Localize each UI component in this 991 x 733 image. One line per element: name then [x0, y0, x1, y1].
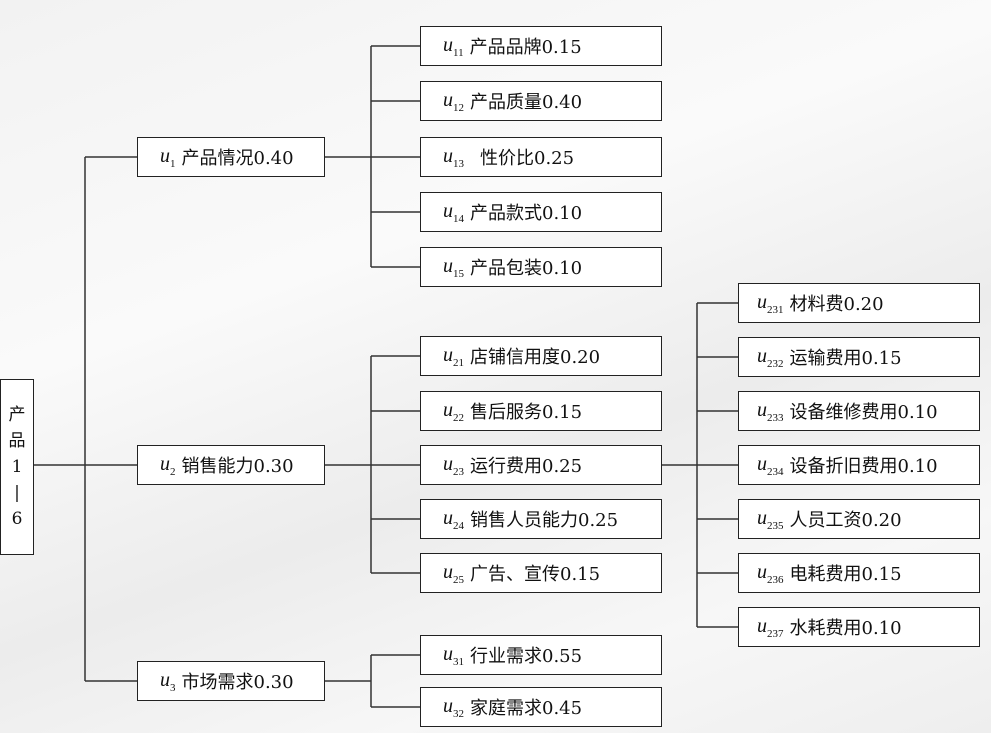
node-symbol: u [160, 668, 170, 691]
node-subscript: 14 [453, 212, 464, 225]
node-u31: u31 行业需求0.55 [420, 635, 662, 675]
node-subscript: 15 [453, 267, 464, 280]
node-subscript: 11 [453, 46, 464, 59]
node-u236: u236 电耗费用0.15 [738, 553, 980, 593]
node-u3: u3 市场需求0.30 [137, 661, 325, 701]
node-subscript: 232 [767, 357, 784, 370]
node-u22: u22 售后服务0.15 [420, 391, 662, 431]
node-symbol: u [443, 88, 453, 111]
node-u237: u237 水耗费用0.10 [738, 607, 980, 647]
node-u12: u12 产品质量0.40 [420, 81, 662, 121]
node-symbol: u [443, 199, 453, 222]
node-subscript: 25 [453, 573, 464, 586]
node-label: 材料费0.20 [789, 294, 884, 315]
node-subscript: 12 [453, 101, 464, 114]
node-label: 销售人员能力0.25 [470, 510, 619, 531]
node-u1: u1 产品情况0.40 [137, 137, 325, 177]
node-subscript: 1 [170, 157, 176, 170]
node-symbol: u [757, 398, 767, 421]
node-label: 设备维修费用0.10 [789, 402, 938, 423]
node-u23: u23 运行费用0.25 [420, 445, 662, 485]
node-u234: u234 设备折旧费用0.10 [738, 445, 980, 485]
node-symbol: u [160, 144, 170, 167]
node-subscript: 24 [453, 519, 464, 532]
node-symbol: u [160, 452, 170, 475]
node-symbol: u [757, 614, 767, 637]
node-subscript: 237 [767, 627, 784, 640]
node-label: 产品包装0.10 [470, 258, 583, 279]
node-symbol: u [443, 343, 453, 366]
node-u11: u11 产品品牌0.15 [420, 26, 662, 66]
root-char: 品 [8, 431, 26, 451]
node-u21: u21 店铺信用度0.20 [420, 336, 662, 376]
node-symbol: u [443, 694, 453, 717]
node-label: 店铺信用度0.20 [470, 347, 601, 368]
node-label: 电耗费用0.15 [789, 564, 902, 585]
root-char: 6 [11, 509, 23, 529]
root-char: 产 [8, 405, 26, 425]
node-subscript: 3 [170, 681, 176, 694]
node-u232: u232 运输费用0.15 [738, 337, 980, 377]
node-label: 性价比0.25 [480, 148, 575, 169]
root-node: 产 品 1 | 6 [0, 379, 34, 555]
node-symbol: u [443, 560, 453, 583]
node-symbol: u [757, 344, 767, 367]
node-label: 产品情况0.40 [181, 148, 294, 169]
node-label: 市场需求0.30 [181, 672, 294, 693]
node-label: 产品款式0.10 [470, 203, 583, 224]
node-subscript: 21 [453, 356, 464, 369]
root-char: | [14, 483, 20, 503]
node-symbol: u [443, 642, 453, 665]
node-symbol: u [443, 144, 453, 167]
node-symbol: u [757, 452, 767, 475]
node-label: 产品品牌0.15 [469, 37, 582, 58]
node-u231: u231 材料费0.20 [738, 283, 980, 323]
node-symbol: u [443, 398, 453, 421]
node-symbol: u [757, 290, 767, 313]
node-symbol: u [757, 560, 767, 583]
node-subscript: 31 [453, 655, 464, 668]
node-u2: u2 销售能力0.30 [137, 445, 325, 485]
node-subscript: 32 [453, 707, 464, 720]
node-subscript: 13 [453, 157, 464, 170]
node-u233: u233 设备维修费用0.10 [738, 391, 980, 431]
node-subscript: 23 [453, 465, 464, 478]
node-symbol: u [443, 452, 453, 475]
node-label: 行业需求0.55 [470, 646, 583, 667]
node-symbol: u [443, 254, 453, 277]
node-label: 运输费用0.15 [789, 348, 902, 369]
node-symbol: u [443, 506, 453, 529]
node-label: 广告、宣传0.15 [470, 564, 601, 585]
node-label: 设备折旧费用0.10 [789, 456, 938, 477]
node-label: 售后服务0.15 [470, 402, 583, 423]
node-label: 产品质量0.40 [470, 92, 583, 113]
node-u15: u15 产品包装0.10 [420, 247, 662, 287]
node-u32: u32 家庭需求0.45 [420, 687, 662, 727]
node-label: 运行费用0.25 [470, 456, 583, 477]
root-char: 1 [11, 457, 23, 477]
node-u235: u235 人员工资0.20 [738, 499, 980, 539]
node-label: 人员工资0.20 [789, 510, 902, 531]
node-subscript: 22 [453, 411, 464, 424]
node-subscript: 233 [767, 411, 784, 424]
node-subscript: 234 [767, 465, 784, 478]
node-symbol: u [443, 33, 453, 56]
node-subscript: 235 [767, 519, 784, 532]
node-label: 家庭需求0.45 [470, 698, 583, 719]
node-subscript: 231 [767, 303, 784, 316]
node-label: 水耗费用0.10 [789, 618, 902, 639]
node-u14: u14 产品款式0.10 [420, 192, 662, 232]
node-u25: u25 广告、宣传0.15 [420, 553, 662, 593]
node-subscript: 2 [170, 465, 176, 478]
node-label: 销售能力0.30 [181, 456, 294, 477]
node-symbol: u [757, 506, 767, 529]
node-subscript: 236 [767, 573, 784, 586]
node-u13: u13 性价比0.25 [420, 137, 662, 177]
node-u24: u24 销售人员能力0.25 [420, 499, 662, 539]
